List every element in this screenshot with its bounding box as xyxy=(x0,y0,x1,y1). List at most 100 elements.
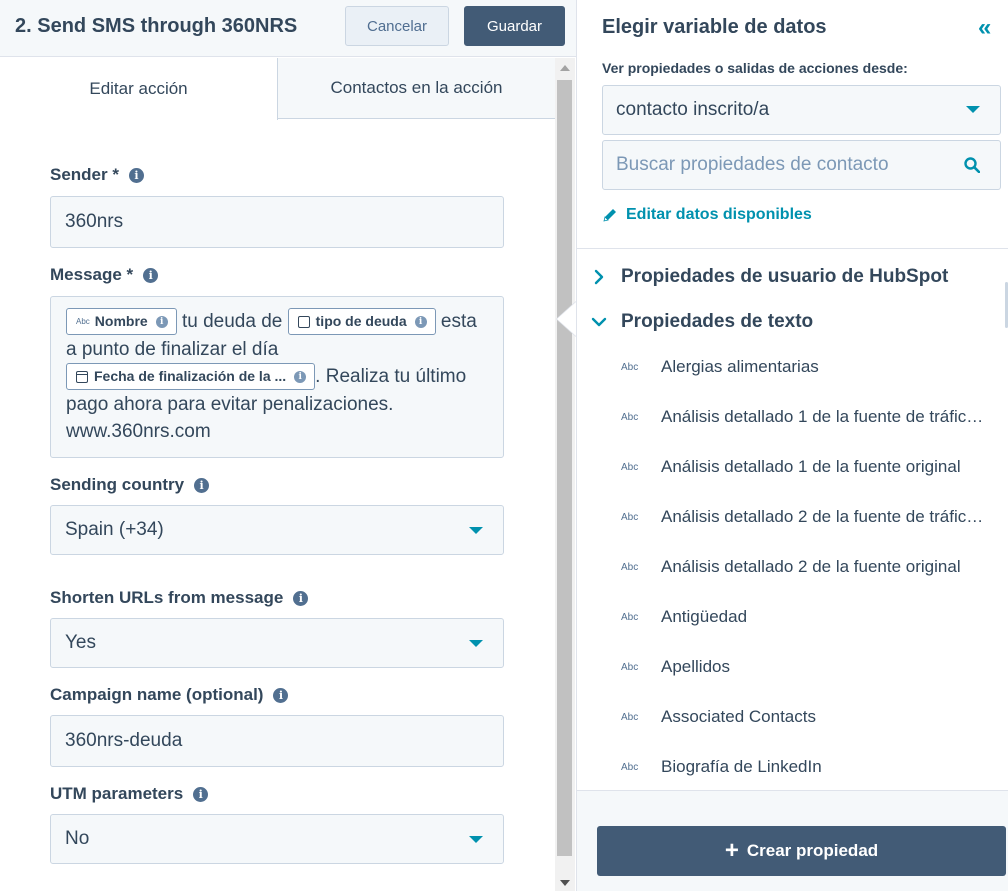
group-text-properties[interactable]: Propiedades de texto xyxy=(577,302,1002,342)
token-label: Nombre xyxy=(94,312,148,329)
info-icon[interactable]: i xyxy=(294,370,307,383)
tab-edit-action[interactable]: Editar acción xyxy=(0,58,278,120)
group-label: Propiedades de usuario de HubSpot xyxy=(621,266,949,287)
caret-down-icon xyxy=(966,106,980,113)
text-type-icon: Abc xyxy=(621,761,639,773)
caret-down-icon xyxy=(469,836,483,843)
property-label: Biografía de LinkedIn xyxy=(661,757,822,776)
text-type-icon: Abc xyxy=(621,661,639,673)
property-label: Análisis detallado 1 de la fuente origin… xyxy=(661,457,961,476)
property-label: Associated Contacts xyxy=(661,707,816,726)
utm-parameters-label: UTM parameters i xyxy=(50,784,209,804)
search-icon[interactable] xyxy=(964,157,980,173)
scroll-down-arrow-icon[interactable] xyxy=(560,880,570,886)
property-item[interactable]: Abc Análisis detallado 2 de la fuente or… xyxy=(577,542,1002,592)
caret-down-icon xyxy=(469,640,483,647)
action-editor-panel: 2. Send SMS through 360NRS Cancelar Guar… xyxy=(0,0,576,891)
sender-input[interactable]: 360nrs xyxy=(50,196,504,248)
group-hubspot-user-properties[interactable]: Propiedades de usuario de HubSpot xyxy=(577,257,1002,297)
plus-icon: + xyxy=(724,837,739,864)
panel-footer: + Crear propiedad xyxy=(577,790,1008,891)
message-text: tu deuda de xyxy=(181,311,283,332)
panel-title: Elegir variable de datos xyxy=(602,16,827,38)
sending-country-value: Spain (+34) xyxy=(65,519,164,540)
property-item[interactable]: Abc Biografía de LinkedIn xyxy=(577,742,1002,792)
property-label: Análisis detallado 2 de la fuente origin… xyxy=(661,557,961,576)
info-icon[interactable]: i xyxy=(128,167,144,183)
property-label: Antigüedad xyxy=(661,607,748,626)
text-type-icon: Abc xyxy=(621,511,639,523)
info-icon[interactable]: i xyxy=(155,315,168,328)
tab-contacts-in-action[interactable]: Contactos en la acción xyxy=(278,58,555,119)
sending-country-label: Sending country i xyxy=(50,475,210,495)
property-item[interactable]: Abc Associated Contacts xyxy=(577,692,1002,742)
info-icon[interactable]: i xyxy=(273,687,289,703)
text-type-icon: Abc xyxy=(621,711,639,723)
token-tipo-deuda[interactable]: tipo de deuda i xyxy=(287,308,436,335)
utm-parameters-select[interactable]: No xyxy=(50,814,504,864)
scrollbar[interactable] xyxy=(555,58,575,891)
chevron-right-icon xyxy=(594,269,604,285)
text-type-icon: Abc xyxy=(76,316,90,326)
shorten-urls-label-text: Shorten URLs from message xyxy=(50,588,284,607)
search-placeholder: Buscar propiedades de contacto xyxy=(616,154,889,175)
save-button[interactable]: Guardar xyxy=(464,6,565,46)
property-label: Apellidos xyxy=(661,657,730,676)
caret-down-icon xyxy=(469,527,483,534)
campaign-name-label-text: Campaign name (optional) xyxy=(50,685,264,704)
sender-label-text: Sender * xyxy=(50,165,119,184)
source-label: Ver propiedades o salidas de acciones de… xyxy=(602,60,908,76)
token-label: Fecha de finalización de la ... xyxy=(94,367,287,384)
sender-label: Sender * i xyxy=(50,165,144,185)
calendar-icon xyxy=(76,370,88,383)
pencil-icon xyxy=(603,209,616,222)
property-item[interactable]: Abc Análisis detallado 2 de la fuente de… xyxy=(577,492,1002,542)
property-item[interactable]: Abc Análisis detallado 1 de la fuente or… xyxy=(577,442,1002,492)
token-nombre[interactable]: Abc Nombre i xyxy=(66,308,177,335)
property-search-input[interactable]: Buscar propiedades de contacto xyxy=(602,140,1001,190)
property-item[interactable]: Abc Apellidos xyxy=(577,642,1002,692)
info-icon[interactable]: i xyxy=(193,786,209,802)
scroll-up-arrow-icon[interactable] xyxy=(560,65,570,71)
sending-country-select[interactable]: Spain (+34) xyxy=(50,505,504,555)
campaign-name-input[interactable]: 360nrs-deuda xyxy=(50,715,504,767)
sending-country-label-text: Sending country xyxy=(50,475,185,494)
source-select[interactable]: contacto inscrito/a xyxy=(602,85,1001,135)
cancel-button[interactable]: Cancelar xyxy=(345,6,449,46)
action-header: 2. Send SMS through 360NRS Cancelar Guar… xyxy=(0,0,576,57)
campaign-name-label: Campaign name (optional) i xyxy=(50,685,289,705)
campaign-name-value: 360nrs-deuda xyxy=(65,730,183,751)
utm-parameters-value: No xyxy=(65,828,90,849)
info-icon[interactable]: i xyxy=(194,477,210,493)
create-property-button[interactable]: + Crear propiedad xyxy=(597,826,1006,876)
text-type-icon: Abc xyxy=(621,411,639,423)
utm-parameters-label-text: UTM parameters xyxy=(50,784,184,803)
tab-bar: Editar acción Contactos en la acción xyxy=(0,58,555,120)
info-icon[interactable]: i xyxy=(414,315,427,328)
group-label: Propiedades de texto xyxy=(621,311,814,332)
text-type-icon: Abc xyxy=(621,561,639,573)
scroll-thumb[interactable] xyxy=(557,80,572,856)
message-label: Message * i xyxy=(50,265,159,285)
collapse-panel-icon[interactable]: « xyxy=(978,14,992,42)
action-title: 2. Send SMS through 360NRS xyxy=(15,15,298,37)
edit-available-data-link[interactable]: Editar datos disponibles xyxy=(602,206,812,224)
create-property-label: Crear propiedad xyxy=(746,841,879,860)
property-item[interactable]: Abc Análisis detallado 1 de la fuente de… xyxy=(577,392,1002,442)
checkbox-property-icon xyxy=(297,315,310,328)
property-label: Análisis detallado 1 de la fuente de trá… xyxy=(661,407,991,426)
token-fecha[interactable]: Fecha de finalización de la ... i xyxy=(66,363,316,390)
sender-value: 360nrs xyxy=(65,211,124,232)
message-editor[interactable]: Abc Nombre i tu deuda de tipo de deuda i es… xyxy=(50,296,504,458)
property-item[interactable]: Abc Alergias alimentarias xyxy=(577,342,1002,392)
info-icon[interactable]: i xyxy=(293,590,309,606)
source-value: contacto inscrito/a xyxy=(616,99,770,120)
text-type-icon: Abc xyxy=(621,611,639,623)
property-item[interactable]: Abc Antigüedad xyxy=(577,592,1002,642)
text-type-icon: Abc xyxy=(621,461,639,473)
info-icon[interactable]: i xyxy=(143,267,159,283)
shorten-urls-select[interactable]: Yes xyxy=(50,618,504,668)
shorten-urls-label: Shorten URLs from message i xyxy=(50,588,309,608)
edit-link-label: Editar datos disponibles xyxy=(626,206,812,223)
divider xyxy=(577,248,1008,249)
